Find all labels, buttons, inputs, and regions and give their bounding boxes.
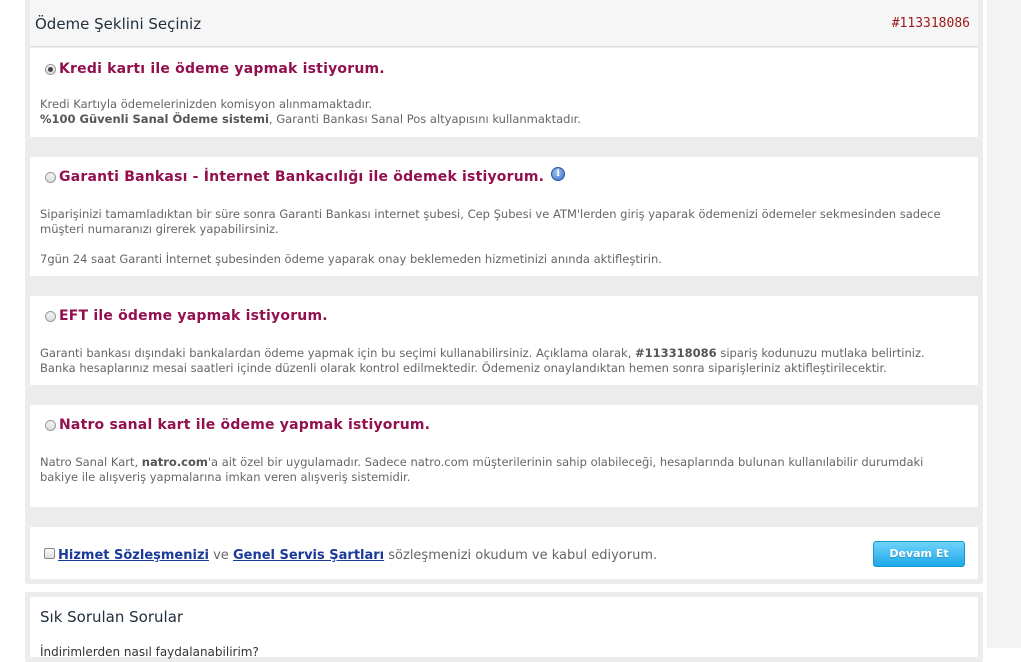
- agreement-text: Hizmet Sözleşmenizi ve Genel Servis Şart…: [58, 548, 657, 563]
- agreement-rest: sözleşmenizi okudum ve kabul ediyorum.: [384, 548, 658, 563]
- desc-text: , Garanti Bankası Sanal Pos altyapısını …: [268, 112, 581, 126]
- panel-header: Ödeme Şeklini Seçiniz #113318086: [30, 0, 978, 47]
- option-label[interactable]: Kredi kartı ile ödeme yapmak istiyorum.: [59, 61, 385, 77]
- faq-question[interactable]: İndirimlerden nasıl faydalanabilirim?: [40, 645, 259, 659]
- desc-bold: %100 Güvenli Sanal Ödeme sistemi: [40, 112, 269, 126]
- terms-link[interactable]: Genel Servis Şartları: [233, 548, 384, 563]
- option-description: Kredi Kartıyla ödemelerinizden komisyon …: [40, 97, 965, 127]
- desc-line: Kredi Kartıyla ödemelerinizden komisyon …: [40, 97, 373, 111]
- option-description: Natro Sanal Kart, natro.com'a ait özel b…: [40, 455, 965, 485]
- option-label[interactable]: Natro sanal kart ile ödeme yapmak istiyo…: [59, 417, 430, 433]
- payment-option-natro-card[interactable]: Natro sanal kart ile ödeme yapmak istiyo…: [30, 405, 978, 507]
- desc-line: Garanti bankası dışındaki bankalardan öd…: [40, 346, 965, 361]
- option-label[interactable]: Garanti Bankası - İnternet Bankacılığı i…: [59, 169, 544, 185]
- info-icon[interactable]: i: [551, 167, 566, 181]
- radio-natro-card[interactable]: [45, 419, 56, 431]
- page-margin: [987, 0, 1021, 648]
- agreement-row: Hizmet Sözleşmenizi ve Genel Servis Şart…: [30, 527, 978, 579]
- radio-credit-card[interactable]: [45, 63, 56, 75]
- desc-line: %100 Güvenli Sanal Ödeme sistemi, Garant…: [40, 112, 965, 127]
- faq-body: Sık Sorulan Sorular İndirimlerden nasıl …: [30, 597, 978, 659]
- desc-text: Natro Sanal Kart,: [40, 455, 142, 469]
- payment-method-panel: Ödeme Şeklini Seçiniz #113318086 Kredi k…: [25, 0, 983, 584]
- radio-internet-banking[interactable]: [45, 171, 56, 183]
- desc-line: Siparişinizi tamamladıktan bir süre sonr…: [40, 207, 941, 236]
- desc-text: Garanti bankası dışındaki bankalardan öd…: [40, 346, 636, 360]
- agreement-checkbox[interactable]: [44, 548, 55, 559]
- faq-title: Sık Sorulan Sorular: [40, 608, 184, 626]
- continue-button[interactable]: Devam Et: [873, 541, 965, 567]
- option-label[interactable]: EFT ile ödeme yapmak istiyorum.: [59, 308, 328, 324]
- order-number: #113318086: [891, 16, 970, 31]
- desc-bold: #113318086: [635, 346, 717, 360]
- faq-panel: Sık Sorulan Sorular İndirimlerden nasıl …: [25, 592, 983, 662]
- page-title: Ödeme Şeklini Seçiniz: [35, 15, 202, 33]
- service-agreement-link[interactable]: Hizmet Sözleşmenizi: [58, 548, 209, 563]
- payment-option-eft[interactable]: EFT ile ödeme yapmak istiyorum. Garanti …: [30, 296, 978, 385]
- desc-text: sipariş kodunuzu mutlaka belirtiniz.: [716, 346, 925, 360]
- payment-option-internet-banking[interactable]: Garanti Bankası - İnternet Bankacılığı i…: [30, 157, 978, 276]
- option-description: Siparişinizi tamamladıktan bir süre sonr…: [40, 207, 965, 267]
- agreement-connector: ve: [208, 548, 233, 563]
- option-description: Garanti bankası dışındaki bankalardan öd…: [40, 346, 965, 376]
- radio-eft[interactable]: [45, 310, 56, 322]
- desc-line: Banka hesaplarınız mesai saatleri içinde…: [40, 361, 887, 375]
- payment-option-credit-card[interactable]: Kredi kartı ile ödeme yapmak istiyorum. …: [30, 48, 978, 137]
- desc-bold: natro.com: [141, 455, 208, 469]
- desc-line: 7gün 24 saat Garanti İnternet şubesinden…: [40, 252, 662, 266]
